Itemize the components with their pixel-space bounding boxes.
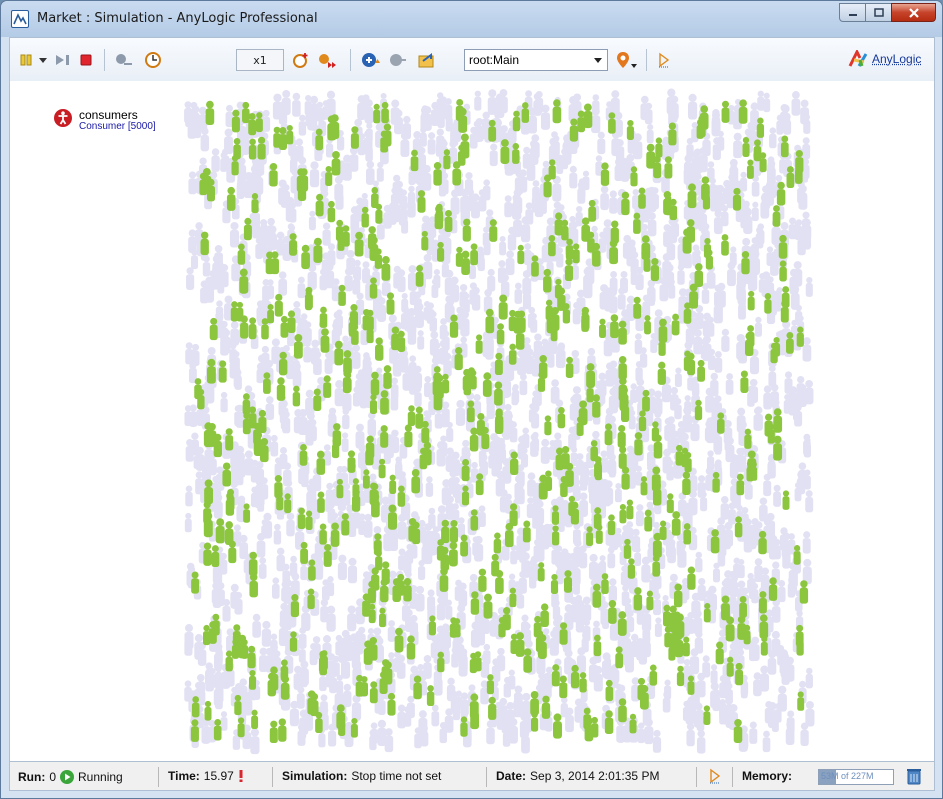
- status-separator: [696, 767, 697, 787]
- population-type: Consumer [5000]: [79, 121, 156, 132]
- status-play-icon[interactable]: [708, 768, 722, 784]
- window-controls: [839, 3, 936, 22]
- step-icon[interactable]: [54, 51, 72, 69]
- memory-label: Memory:: [742, 769, 793, 783]
- stop-icon[interactable]: [78, 51, 94, 69]
- simulation-value: Stop time not set: [351, 769, 442, 783]
- status-separator: [732, 767, 733, 787]
- run-value: 0: [49, 770, 57, 784]
- time-status: Time: 15.97: [168, 769, 245, 783]
- memory-usage-bar: 53M of 227M: [818, 769, 894, 785]
- app-window: Market : Simulation - AnyLogic Professio…: [0, 0, 943, 799]
- anylogic-brand-link[interactable]: AnyLogic: [848, 50, 921, 68]
- maximize-icon[interactable]: [865, 3, 892, 22]
- navigate-back-icon[interactable]: [388, 51, 408, 69]
- pause-icon[interactable]: [18, 51, 34, 69]
- anylogic-app-icon: [11, 10, 29, 28]
- status-separator: [486, 767, 487, 787]
- speed-display: x1: [236, 49, 284, 71]
- run-status: Run: 0 Running: [18, 769, 123, 785]
- population-name: consumers: [79, 108, 138, 122]
- toolbar-separator: [646, 49, 647, 71]
- agent-person-icon: [54, 109, 72, 127]
- time-label: Time:: [168, 769, 200, 783]
- location-marker-icon[interactable]: [614, 51, 638, 69]
- simulation-canvas[interactable]: consumers Consumer [5000]: [9, 81, 935, 761]
- virtual-time-icon[interactable]: [316, 51, 338, 69]
- time-value: 15.97: [203, 769, 234, 783]
- simulation-label: Simulation:: [282, 769, 348, 783]
- window-title: Market : Simulation - AnyLogic Professio…: [37, 11, 318, 26]
- date-value: Sep 3, 2014 2:01:35 PM: [530, 769, 660, 783]
- consumer-agents-crowd: [184, 88, 815, 755]
- running-state-icon: [60, 770, 75, 784]
- simulation-status: Simulation: Stop time not set: [282, 769, 441, 783]
- status-bar: Run: 0 Running Time: 15.97 Simulation: S…: [9, 761, 935, 791]
- agent-selector-combo[interactable]: root:Main: [464, 49, 608, 71]
- status-separator: [158, 767, 159, 787]
- memory-value: 53M of 227M: [821, 771, 874, 781]
- toolbar-separator: [104, 49, 105, 71]
- run-label: Run:: [18, 770, 46, 784]
- close-icon[interactable]: [891, 3, 936, 22]
- agent-selector-value: root:Main: [469, 53, 520, 67]
- navigate-up-icon[interactable]: [360, 51, 382, 69]
- title-bar[interactable]: Market : Simulation - AnyLogic Professio…: [1, 1, 942, 37]
- status-separator: [272, 767, 273, 787]
- date-status: Date: Sep 3, 2014 2:01:35 PM: [496, 769, 659, 783]
- dropdown-arrow-icon[interactable]: [38, 51, 48, 69]
- warning-exclamation-icon: [239, 770, 243, 782]
- open-agent-icon[interactable]: [416, 51, 438, 69]
- toolbar: x1 root:Main AnyLogic: [9, 37, 935, 81]
- memory-status: Memory:: [742, 769, 796, 783]
- anylogic-logo-icon: [848, 50, 868, 67]
- real-time-mode-icon[interactable]: [144, 51, 162, 69]
- speed-up-icon[interactable]: [292, 51, 310, 69]
- garbage-collect-icon[interactable]: [906, 767, 922, 785]
- slow-down-icon[interactable]: [114, 51, 134, 69]
- minimize-icon[interactable]: [839, 3, 866, 22]
- run-state: Running: [78, 770, 123, 784]
- toolbar-separator: [350, 49, 351, 71]
- anylogic-brand-text[interactable]: AnyLogic: [872, 52, 921, 66]
- chevron-down-icon[interactable]: [593, 54, 603, 68]
- date-label: Date:: [496, 769, 527, 783]
- play-outline-icon[interactable]: [656, 51, 672, 69]
